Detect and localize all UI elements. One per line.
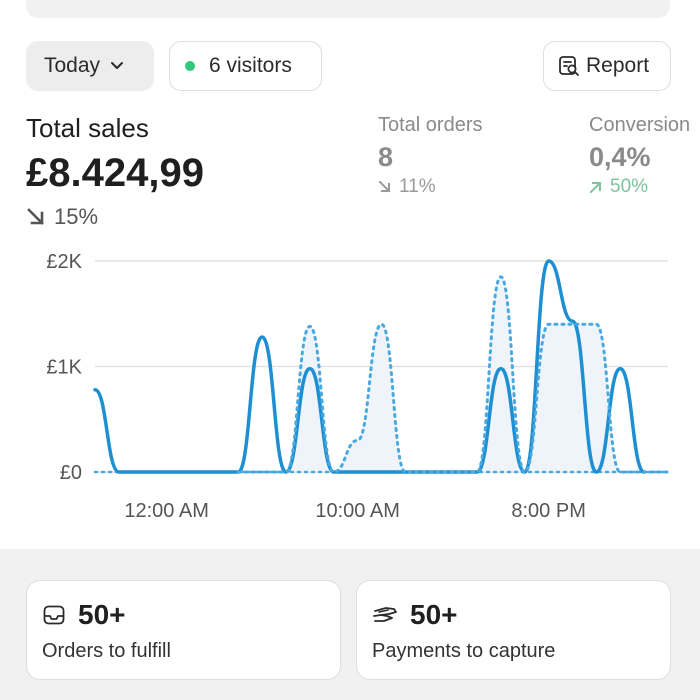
y-tick-label: £0 (60, 462, 82, 484)
x-tick-label: 8:00 PM (511, 500, 585, 522)
payments-to-capture-value: 50+ (410, 599, 458, 630)
visitors-label: 6 visitors (209, 54, 292, 77)
online-dot-icon (185, 61, 195, 71)
live-visitors-button[interactable]: 6 visitors (169, 41, 322, 91)
conversion-value: 0,4% (589, 142, 651, 172)
total-sales-value: £8.424,99 (26, 151, 204, 195)
top-panel-edge (26, 0, 670, 18)
orders-to-fulfill-value: 50+ (78, 599, 126, 630)
total-sales-label: Total sales (26, 113, 149, 143)
total-orders-value: 8 (378, 142, 394, 172)
orders-to-fulfill-label: Orders to fulfill (42, 640, 171, 662)
payments-to-capture-label: Payments to capture (372, 640, 556, 662)
inbox-icon (43, 605, 65, 625)
conversion-change: 50% (589, 176, 648, 198)
conversion-label: Conversion (589, 114, 691, 136)
x-tick-label: 12:00 AM (124, 500, 209, 522)
payments-to-capture-card[interactable]: 50+ Payments to capture (356, 580, 671, 680)
y-tick-label: £2K (46, 251, 82, 273)
chevron-down-icon (110, 61, 124, 71)
report-search-icon (558, 55, 580, 77)
date-range-dropdown[interactable]: Today (26, 41, 154, 91)
hand-payment-icon (373, 607, 397, 622)
total-sales-change: 15% (26, 204, 98, 230)
sales-chart: £2K £1K £0 12:00 AM 10:00 AM 8:00 PM (46, 251, 670, 522)
total-orders-change-value: 11% (399, 176, 436, 197)
total-sales-change-value: 15% (54, 204, 99, 229)
arrow-up-right-icon (589, 181, 602, 194)
orders-to-fulfill-card[interactable]: 50+ Orders to fulfill (26, 580, 341, 680)
report-label: Report (586, 54, 650, 77)
y-tick-label: £1K (46, 357, 82, 379)
arrow-down-right-icon (378, 180, 391, 193)
x-tick-label: 10:00 AM (315, 500, 400, 522)
total-orders-change: 11% (378, 176, 436, 198)
total-orders-label: Total orders (378, 114, 483, 136)
report-button[interactable]: Report (543, 41, 671, 91)
arrow-down-right-icon (27, 208, 44, 225)
comparison-area (238, 276, 668, 472)
date-range-label: Today (44, 54, 101, 77)
conversion-change-value: 50% (610, 176, 649, 197)
